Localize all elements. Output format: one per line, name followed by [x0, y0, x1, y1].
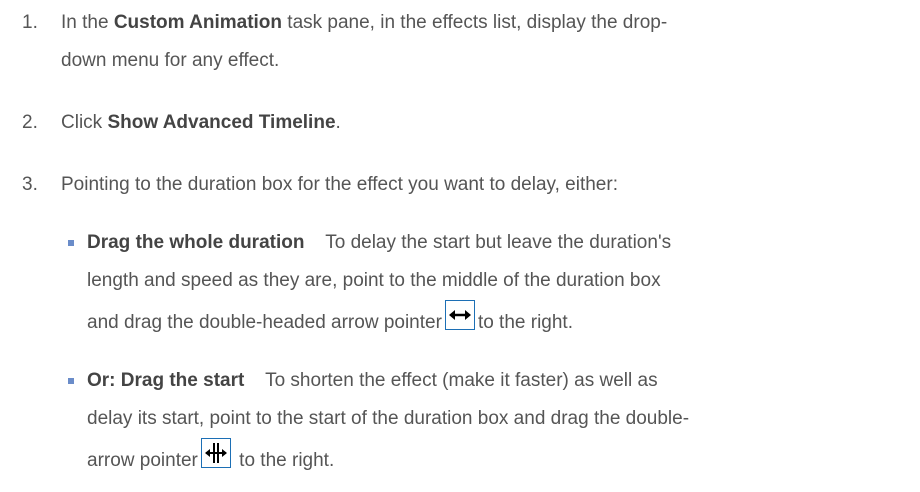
option-1-line1: To delay the start but leave the duratio… — [304, 232, 672, 253]
option-2-line3-pre: arrow pointer — [87, 450, 198, 471]
option-1-line3-post: to the right. — [477, 312, 573, 333]
step-3-text: Pointing to the duration box for the eff… — [61, 174, 618, 195]
option-2-title: Or: Drag the start — [87, 370, 245, 391]
option-1-line2: length and speed as they are, point to t… — [87, 270, 661, 291]
custom-animation-term: Custom Animation — [113, 12, 283, 33]
bullet-square — [68, 240, 74, 246]
step-2-text: Click Show Advanced Timeline. — [61, 104, 896, 142]
step-2-pre: Click — [61, 112, 108, 133]
double-headed-arrow-icon — [444, 300, 475, 330]
bullet-square — [68, 378, 74, 384]
option-1-text: Drag the whole duration To delay the sta… — [87, 224, 887, 342]
step-1-number: 1. — [22, 12, 38, 33]
option-2-line2: delay its start, point to the start of t… — [87, 408, 690, 429]
step-1-line2: down menu for any effect. — [61, 50, 280, 71]
step-2-post: . — [335, 112, 341, 133]
step-2-number: 2. — [22, 112, 38, 133]
option-2-line1: To shorten the effect (make it faster) a… — [244, 370, 658, 391]
resize-arrow-icon — [200, 438, 231, 468]
step-3-number: 3. — [22, 174, 38, 195]
step-1-text: In the Custom Animation task pane, in th… — [61, 4, 896, 80]
show-advanced-timeline-term: Show Advanced Timeline — [107, 112, 336, 133]
option-2-line3-post: to the right. — [233, 450, 335, 471]
step-1-rest: task pane, in the effects list, display … — [282, 12, 668, 33]
instructions-document: 1. In the Custom Animation task pane, in… — [0, 0, 920, 492]
option-1-line3-pre: and drag the double-headed arrow pointer — [87, 312, 442, 333]
option-2-text: Or: Drag the start To shorten the effect… — [87, 362, 887, 480]
step-1-pre: In the — [61, 12, 114, 33]
option-1-title: Drag the whole duration — [87, 232, 305, 253]
